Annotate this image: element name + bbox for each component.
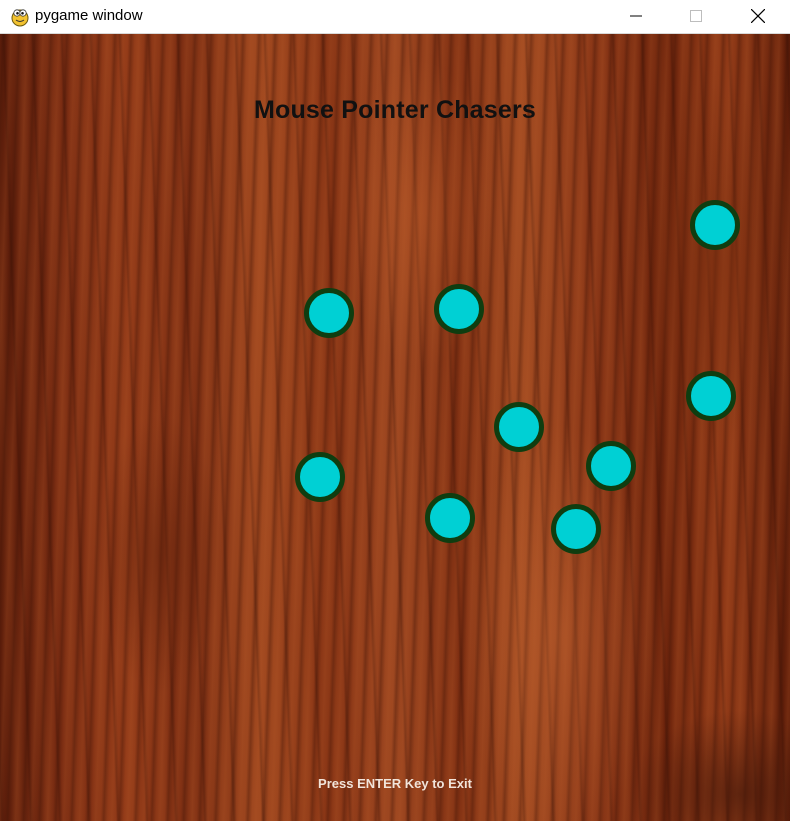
title-bar[interactable]: pygame window — [0, 0, 790, 34]
game-title: Mouse Pointer Chasers — [253, 96, 537, 124]
chaser-circle — [690, 200, 740, 250]
minimize-button[interactable] — [606, 0, 666, 32]
chaser-circle — [586, 441, 636, 491]
maximize-icon — [690, 10, 702, 22]
window-title: pygame window — [35, 7, 143, 24]
chaser-circle — [494, 402, 544, 452]
maximize-button[interactable] — [666, 0, 726, 32]
game-canvas[interactable]: Mouse Pointer Chasers Press ENTER Key to… — [0, 34, 790, 821]
pygame-snake-icon — [11, 9, 29, 27]
minimize-icon — [630, 15, 642, 17]
chaser-circle — [295, 452, 345, 502]
exit-hint: Press ENTER Key to Exit — [318, 776, 472, 791]
chaser-circle — [434, 284, 484, 334]
chaser-circle — [304, 288, 354, 338]
chaser-circle — [686, 371, 736, 421]
chaser-circle — [551, 504, 601, 554]
close-button[interactable] — [728, 0, 788, 32]
pygame-window: pygame window Mouse Pointer Chasers Pres… — [0, 0, 790, 821]
close-icon — [751, 9, 765, 23]
chaser-circle — [425, 493, 475, 543]
